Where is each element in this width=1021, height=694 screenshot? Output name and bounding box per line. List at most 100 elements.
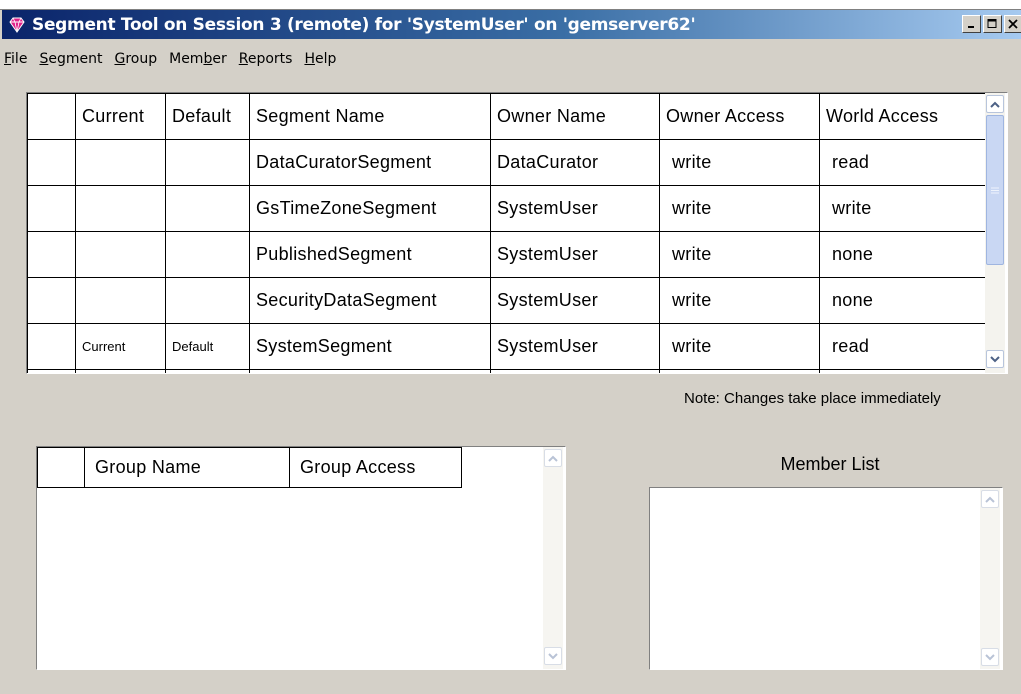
close-icon [1008, 19, 1018, 29]
chevron-up-icon [985, 496, 995, 503]
group-table-header: Group Name Group Access [37, 447, 462, 488]
empty-cell [819, 369, 992, 373]
empty-cell [75, 369, 166, 373]
group-scroll-down-button[interactable] [544, 647, 562, 665]
segment-owner-cell: DataCurator [490, 139, 660, 186]
column-header: Segment Name [249, 93, 491, 140]
scroll-down-button[interactable] [986, 350, 1004, 368]
row-selector-cell [27, 139, 76, 186]
segment-world-access-cell: read [819, 139, 992, 186]
member-scroll-up-button[interactable] [981, 490, 999, 508]
segment-world-access-cell: none [819, 277, 992, 324]
row-selector-cell [27, 277, 76, 324]
empty-cell [249, 369, 491, 373]
segment-name-cell: DataCuratorSegment [249, 139, 491, 186]
table-row[interactable]: SecurityDataSegment SystemUser write none [27, 277, 992, 324]
segment-default-cell [165, 185, 250, 232]
segment-owner-access-cell: write [659, 323, 820, 370]
menu-item[interactable]: Member [165, 51, 235, 67]
segment-current-cell [75, 139, 166, 186]
menu-item[interactable]: Help [300, 51, 344, 67]
table-row[interactable]: PublishedSegment SystemUser write none [27, 231, 992, 278]
segment-name-cell: PublishedSegment [249, 231, 491, 278]
group-table-panel: Group Name Group Access [36, 446, 566, 670]
maximize-icon [987, 19, 997, 28]
segment-owner-cell: SystemUser [490, 277, 660, 324]
window-title: Segment Tool on Session 3 (remote) for '… [32, 14, 696, 35]
member-list-label: Member List [780, 454, 880, 474]
segment-tool-window: Segment Tool on Session 3 (remote) for '… [0, 0, 1021, 694]
column-header: World Access [819, 93, 992, 140]
window-top-edge [0, 0, 1021, 10]
segment-table-scrollbar[interactable] [985, 93, 1005, 373]
group-table: Group Name Group Access [37, 447, 462, 488]
segment-name-cell: GsTimeZoneSegment [249, 185, 491, 232]
table-row-partial [27, 369, 992, 373]
row-selector-cell [27, 185, 76, 232]
segment-current-cell [75, 185, 166, 232]
grip-icon [991, 187, 999, 193]
minimize-button[interactable] [962, 15, 981, 33]
segment-table-header: Current Default Segment Name Owner Name Owne… [27, 93, 992, 140]
segment-name-cell: SecurityDataSegment [249, 277, 491, 324]
segment-world-access-cell: none [819, 231, 992, 278]
column-header: Default [165, 93, 250, 140]
segment-default-cell [165, 277, 250, 324]
table-row[interactable]: DataCuratorSegment DataCurator write read [27, 139, 992, 186]
menu-item[interactable]: Reports [235, 51, 301, 67]
window-controls [962, 15, 1021, 33]
chevron-up-icon [990, 101, 1000, 108]
maximize-button[interactable] [983, 15, 1002, 33]
close-button[interactable] [1004, 15, 1021, 33]
scroll-thumb[interactable] [986, 115, 1004, 265]
segment-name-cell: SystemSegment [249, 323, 491, 370]
column-header: Owner Access [659, 93, 820, 140]
column-header [27, 93, 76, 140]
segment-current-cell [75, 231, 166, 278]
segment-owner-cell: SystemUser [490, 185, 660, 232]
menu-item[interactable]: File [0, 51, 35, 67]
column-header: Group Name [84, 447, 290, 488]
changes-note: Note: Changes take place immediately [684, 390, 941, 407]
menu-item[interactable]: Group [110, 51, 165, 67]
segment-default-cell [165, 139, 250, 186]
row-selector-cell [27, 323, 76, 370]
member-list-scrollbar[interactable] [980, 488, 1000, 669]
column-header [37, 447, 85, 488]
segment-owner-access-cell: write [659, 231, 820, 278]
table-row[interactable]: Current Default SystemSegment SystemUser wri… [27, 323, 992, 370]
scroll-up-button[interactable] [986, 95, 1004, 113]
empty-cell [165, 369, 250, 373]
column-header: Group Access [289, 447, 462, 488]
segment-current-cell: Current [75, 323, 166, 370]
empty-cell [659, 369, 820, 373]
column-header: Owner Name [490, 93, 660, 140]
chevron-down-icon [990, 355, 1000, 362]
chevron-down-icon [985, 653, 995, 660]
menu-bar: File Segment Group Member Reports Help [0, 46, 344, 72]
group-scroll-up-button[interactable] [544, 449, 562, 467]
row-selector-cell [27, 231, 76, 278]
menu-item[interactable]: Segment [35, 51, 110, 67]
segment-default-cell: Default [165, 323, 250, 370]
title-bar[interactable]: Segment Tool on Session 3 (remote) for '… [2, 10, 1021, 39]
member-scroll-down-button[interactable] [981, 648, 999, 666]
member-list-box[interactable] [649, 487, 1003, 670]
empty-cell [27, 369, 76, 373]
gem-icon[interactable] [6, 15, 28, 35]
segment-world-access-cell: write [819, 185, 992, 232]
segment-default-cell [165, 231, 250, 278]
segment-owner-access-cell: write [659, 139, 820, 186]
column-header: Current [75, 93, 166, 140]
group-table-scrollbar[interactable] [543, 447, 563, 669]
empty-cell [490, 369, 660, 373]
chevron-down-icon [548, 652, 558, 659]
segment-owner-access-cell: write [659, 185, 820, 232]
minimize-icon [968, 26, 974, 28]
segment-current-cell [75, 277, 166, 324]
segment-table: Current Default Segment Name Owner Name Owne… [27, 93, 992, 373]
segment-world-access-cell: read [819, 323, 992, 370]
segment-owner-cell: SystemUser [490, 231, 660, 278]
table-row[interactable]: GsTimeZoneSegment SystemUser write write [27, 185, 992, 232]
chevron-up-icon [548, 455, 558, 462]
